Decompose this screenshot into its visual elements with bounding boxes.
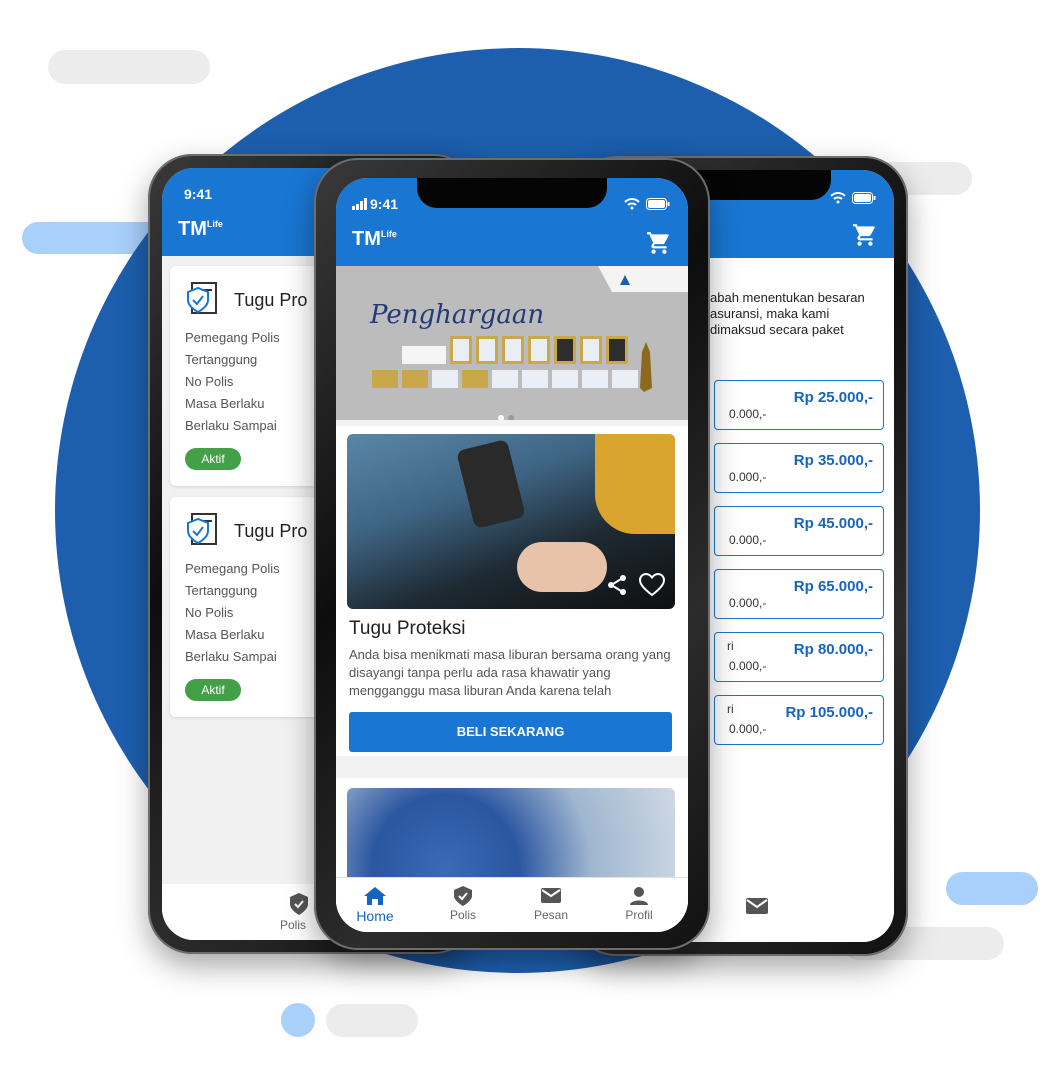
buy-now-button[interactable]: BELI SEKARANG — [349, 712, 672, 752]
nav-item-pesan[interactable]: Pesan — [516, 884, 586, 922]
status-time: 9:41 — [184, 186, 213, 202]
nav-label-profil: Profil — [625, 908, 653, 922]
decor-pill — [326, 1004, 418, 1037]
policy-number-label: No Polis — [185, 605, 234, 620]
seatbelt-shape — [456, 438, 526, 530]
decor-pill — [48, 50, 210, 84]
product-card — [336, 778, 688, 888]
insured-label: Tertanggung — [185, 583, 258, 598]
wifi-icon — [624, 198, 640, 210]
center-phone: 9:41 TMLife Penghargaan Tugu Proteksi An… — [314, 158, 710, 950]
price-option[interactable]: Rp 25.000,- 0.000,- — [714, 380, 884, 430]
valid-until-label: Berlaku Sampai — [185, 649, 277, 664]
app-bar: TMLife — [336, 222, 688, 266]
app-logo: TMLife — [178, 218, 223, 240]
battery-icon — [852, 192, 876, 204]
price-amount: Rp 45.000,- — [793, 515, 873, 532]
share-icon[interactable] — [605, 573, 629, 597]
home-feed: Penghargaan Tugu Proteksi Anda bisa meni… — [336, 266, 688, 932]
notch — [417, 178, 607, 208]
battery-icon — [646, 198, 670, 210]
valid-until-label: Berlaku Sampai — [185, 418, 277, 433]
policy-title: Tugu Pro — [234, 290, 308, 310]
status-badge: Aktif — [185, 448, 241, 470]
price-option[interactable]: Rp 45.000,- 0.000,- — [714, 506, 884, 556]
price-amount: Rp 65.000,- — [793, 578, 873, 595]
product-card: Tugu Proteksi Anda bisa menikmati masa l… — [336, 426, 688, 756]
shield-icon — [454, 886, 472, 906]
nav-item-home[interactable]: Home — [340, 884, 410, 924]
wifi-icon — [830, 192, 846, 204]
price-label: ri — [727, 639, 734, 653]
price-coverage: 0.000,- — [729, 659, 767, 673]
nav-item-profil[interactable]: Profil — [604, 884, 674, 922]
price-amount: Rp 80.000,- — [793, 641, 873, 658]
bottom-nav: Home Polis Pesan Profil — [336, 877, 688, 932]
decor-dot — [281, 1003, 315, 1037]
document-shield-icon — [187, 513, 217, 545]
nav-label-pesan: Pesan — [533, 908, 569, 922]
center-phone-screen: 9:41 TMLife Penghargaan Tugu Proteksi An… — [336, 178, 688, 932]
heart-icon[interactable] — [639, 573, 665, 597]
status-time: 9:41 — [370, 196, 399, 212]
status-badge: Aktif — [185, 679, 241, 701]
price-option[interactable]: Rp 65.000,- 0.000,- — [714, 569, 884, 619]
price-coverage: 0.000,- — [729, 596, 767, 610]
cart-icon[interactable] — [852, 222, 878, 248]
app-logo: TMLife — [352, 228, 397, 250]
policy-holder-label: Pemegang Polis — [185, 330, 280, 345]
person-icon — [630, 887, 648, 905]
product-image — [347, 434, 675, 609]
price-amount: Rp 105.000,- — [785, 704, 873, 721]
price-coverage: 0.000,- — [729, 722, 767, 736]
validity-label: Masa Berlaku — [185, 627, 265, 642]
validity-label: Masa Berlaku — [185, 396, 265, 411]
price-amount: Rp 35.000,- — [793, 452, 873, 469]
policy-title: Tugu Pro — [234, 521, 308, 541]
insured-label: Tertanggung — [185, 352, 258, 367]
policy-holder-label: Pemegang Polis — [185, 561, 280, 576]
jacket-shape — [595, 434, 675, 534]
nav-label-home: Home — [356, 908, 394, 924]
price-option[interactable]: ri Rp 80.000,- 0.000,- — [714, 632, 884, 682]
hand-shape — [517, 542, 607, 592]
product-image-gears — [347, 788, 675, 888]
nav-label-polis: Polis — [449, 908, 476, 922]
carousel-dot-active[interactable] — [498, 415, 504, 420]
carousel-dots[interactable] — [496, 408, 516, 420]
mail-icon — [541, 888, 561, 903]
policy-number-label: No Polis — [185, 374, 234, 389]
product-description: Anda bisa menikmati masa liburan bersama… — [349, 647, 671, 698]
price-coverage: 0.000,- — [729, 533, 767, 547]
price-coverage: 0.000,- — [729, 470, 767, 484]
price-coverage: 0.000,- — [729, 407, 767, 421]
mail-icon[interactable] — [746, 898, 768, 914]
price-label: ri — [727, 702, 734, 716]
document-shield-icon — [187, 282, 217, 314]
award-certificates-image — [372, 336, 652, 392]
home-icon — [364, 887, 386, 905]
banner-title: Penghargaan — [370, 300, 545, 330]
corner-logo — [598, 266, 688, 292]
price-amount: Rp 25.000,- — [793, 389, 873, 406]
nav-label-polis[interactable]: Polis — [280, 918, 306, 932]
price-option[interactable]: Rp 35.000,- 0.000,- — [714, 443, 884, 493]
cart-icon[interactable] — [646, 230, 672, 256]
status-bar: 9:41 — [336, 178, 688, 222]
package-description: abah menentukan besaran asuransi, maka k… — [710, 290, 865, 337]
decor-pill — [946, 872, 1038, 905]
nav-item-polis[interactable]: Polis — [428, 884, 498, 922]
price-option[interactable]: ri Rp 105.000,- 0.000,- — [714, 695, 884, 745]
shield-icon[interactable] — [288, 892, 310, 916]
carousel-dot[interactable] — [508, 415, 514, 420]
signal-icon — [352, 198, 367, 210]
product-title: Tugu Proteksi — [349, 618, 466, 639]
award-banner[interactable]: Penghargaan — [336, 266, 688, 420]
